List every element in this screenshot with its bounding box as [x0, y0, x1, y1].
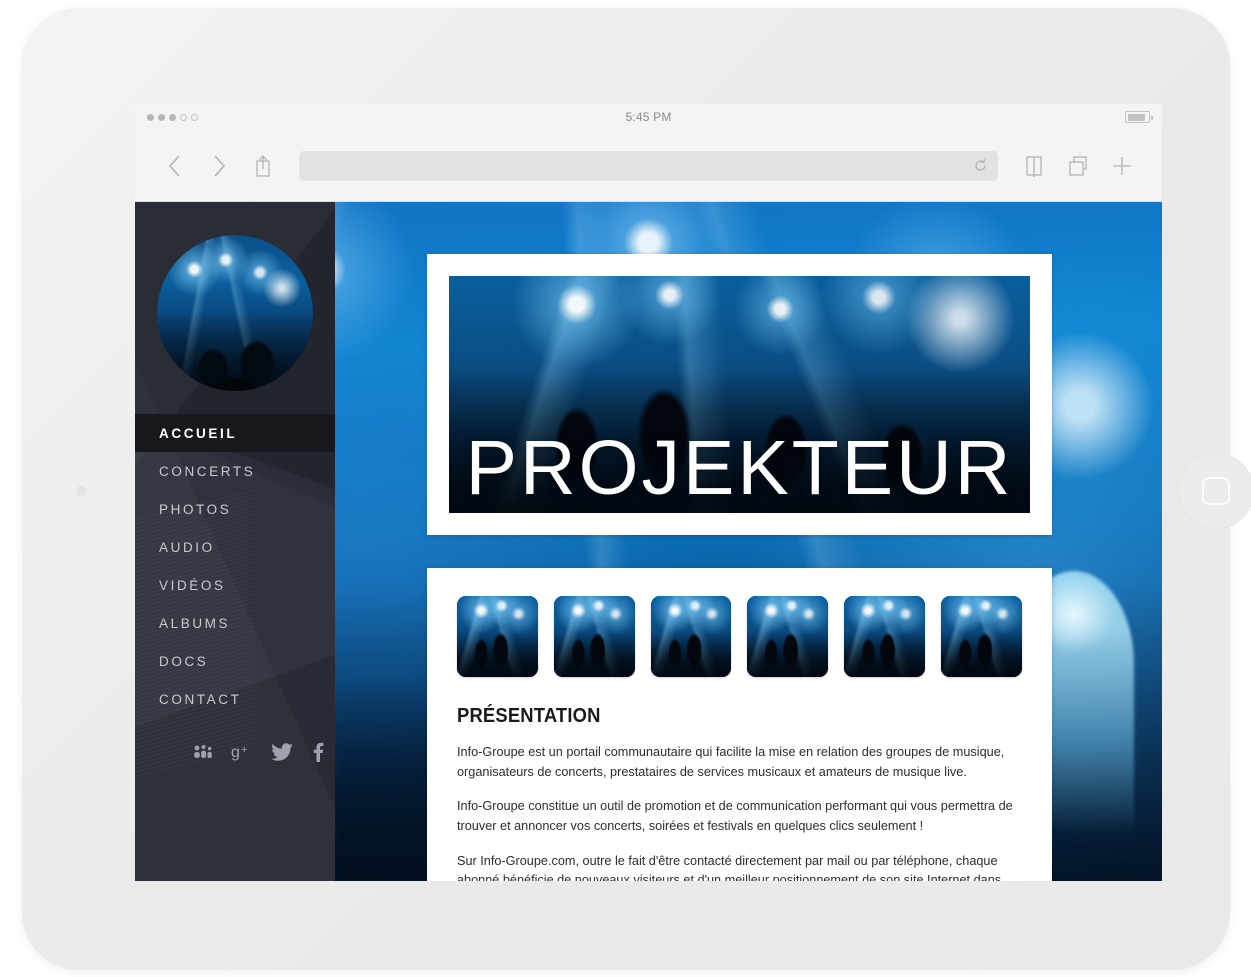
sidebar-item-concerts[interactable]: CONCERTS: [135, 452, 335, 490]
gallery-thumbnail[interactable]: [747, 596, 829, 677]
twitter-icon[interactable]: [271, 743, 293, 761]
gallery-thumbnail[interactable]: [941, 596, 1022, 677]
facebook-icon[interactable]: [311, 742, 325, 762]
status-bar: 5:45 PM: [135, 104, 1162, 130]
gallery-thumbnail[interactable]: [553, 596, 635, 677]
sidebar-item-label: PHOTOS: [159, 501, 232, 517]
sidebar-nav: ACCUEIL CONCERTS PHOTOS AUDIO VIDÉOS ALB…: [135, 414, 335, 718]
site-sidebar: ACCUEIL CONCERTS PHOTOS AUDIO VIDÉOS ALB…: [135, 202, 335, 881]
presentation-paragraph: Info-Groupe constitue un outil de promot…: [457, 799, 1013, 834]
share-icon[interactable]: [241, 144, 285, 188]
forward-chevron-icon[interactable]: [197, 144, 241, 188]
home-button-square-icon: [1202, 477, 1230, 505]
site-main-content: PROJEKTEUR PRÉSENTATION Info-Groupe est …: [335, 202, 1162, 881]
bookmarks-icon[interactable]: [1012, 144, 1056, 188]
page-title: PRÉSENTATION: [457, 705, 601, 727]
band-title: PROJEKTEUR: [465, 425, 1014, 511]
tabs-icon[interactable]: [1056, 144, 1100, 188]
sidebar-item-label: CONCERTS: [159, 463, 256, 479]
status-time: 5:45 PM: [625, 110, 672, 124]
sidebar-item-label: VIDÉOS: [159, 577, 226, 593]
sidebar-item-label: AUDIO: [159, 539, 215, 555]
sidebar-item-contact[interactable]: CONTACT: [135, 680, 335, 718]
avatar[interactable]: [157, 235, 313, 391]
google-plus-icon[interactable]: g +: [231, 743, 253, 761]
tablet-device: 5:45 PM ACCUEIL CONCERTS PHOTOS AUDIO VI…: [22, 8, 1251, 970]
sidebar-item-label: DOCS: [159, 653, 209, 669]
sidebar-item-videos[interactable]: VIDÉOS: [135, 566, 335, 604]
gallery-thumbnail[interactable]: [650, 596, 732, 677]
sidebar-item-audio[interactable]: AUDIO: [135, 528, 335, 566]
battery-icon: [1125, 111, 1153, 123]
web-page-viewport: ACCUEIL CONCERTS PHOTOS AUDIO VIDÉOS ALB…: [135, 202, 1162, 881]
hero-banner: PROJEKTEUR: [427, 254, 1052, 535]
address-bar[interactable]: [299, 150, 998, 181]
hero-photo: PROJEKTEUR: [449, 276, 1030, 513]
browser-toolbar: [135, 130, 1162, 202]
new-tab-plus-icon[interactable]: [1100, 144, 1144, 188]
sidebar-item-docs[interactable]: DOCS: [135, 642, 335, 680]
avatar-silhouette: [157, 309, 313, 391]
gallery-thumbnail[interactable]: [457, 596, 538, 677]
myspace-icon[interactable]: [193, 744, 213, 760]
front-camera: [76, 486, 86, 496]
svg-text:+: +: [241, 744, 247, 756]
svg-text:g: g: [231, 744, 240, 761]
sidebar-item-accueil[interactable]: ACCUEIL: [135, 414, 335, 452]
sidebar-item-label: ALBUMS: [159, 615, 231, 631]
sidebar-item-label: CONTACT: [159, 691, 242, 707]
sidebar-item-photos[interactable]: PHOTOS: [135, 490, 335, 528]
social-links: g +: [193, 742, 325, 762]
presentation-paragraph: Sur Info-Groupe.com, outre le fait d'êtr…: [457, 853, 1002, 881]
sidebar-item-label: ACCUEIL: [159, 425, 238, 441]
tablet-screen: 5:45 PM ACCUEIL CONCERTS PHOTOS AUDIO VI…: [135, 104, 1162, 881]
thumbnail-gallery: [457, 596, 1022, 677]
sidebar-item-albums[interactable]: ALBUMS: [135, 604, 335, 642]
presentation-paragraph: Info-Groupe est un portail communautaire…: [457, 745, 1005, 779]
gallery-thumbnail[interactable]: [844, 596, 926, 677]
presentation-panel: PRÉSENTATION Info-Groupe est un portail …: [427, 568, 1052, 881]
reload-icon[interactable]: [973, 158, 988, 173]
home-button[interactable]: [1178, 453, 1251, 529]
back-chevron-icon[interactable]: [153, 144, 197, 188]
